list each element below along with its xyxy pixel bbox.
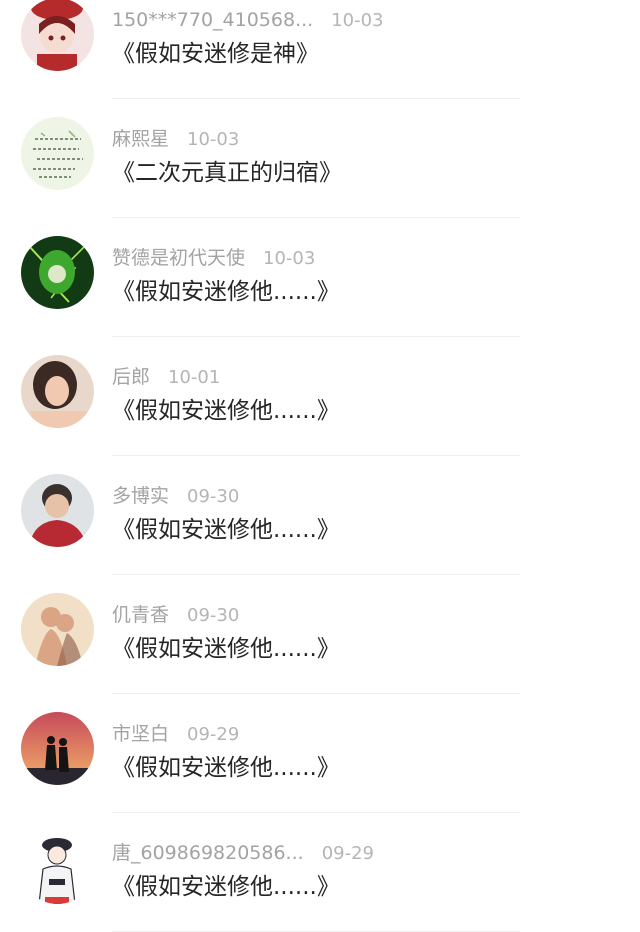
green-lightning-character-avatar[interactable] xyxy=(21,236,94,309)
comment-row[interactable]: 麻熙星 10-03 《二次元真正的归宿》 xyxy=(0,99,640,218)
comment-row[interactable]: 多博实 09-30 《假如安迷修他......》 xyxy=(0,456,640,575)
comment-row[interactable]: 市坚白 09-29 《假如安迷修他......》 xyxy=(0,694,640,813)
comment-row[interactable]: 赞德是初代天使 10-03 《假如安迷修他......》 xyxy=(0,218,640,337)
comment-text[interactable]: 《假如安迷修是神》 xyxy=(112,37,319,71)
comment-text[interactable]: 《假如安迷修他......》 xyxy=(112,394,340,428)
comment-meta: 麻熙星 10-03 xyxy=(112,124,239,154)
comment-date: 10-03 xyxy=(331,10,384,31)
comment-meta: 仉青香 09-30 xyxy=(112,600,239,630)
comment-meta: 多博实 09-30 xyxy=(112,481,239,511)
comment-row[interactable]: 后郎 10-01 《假如安迷修他......》 xyxy=(0,337,640,456)
comment-text[interactable]: 《假如安迷修他......》 xyxy=(112,751,340,785)
comment-row[interactable]: 仉青香 09-30 《假如安迷修他......》 xyxy=(0,575,640,694)
username[interactable]: 多博实 xyxy=(112,485,169,507)
comment-date: 09-30 xyxy=(187,605,240,626)
comment-meta: 唐_609869820586... 09-29 xyxy=(112,838,374,868)
username[interactable]: 仉青香 xyxy=(112,604,169,626)
comment-row[interactable]: 150***770_410568... 10-03 《假如安迷修是神》 xyxy=(0,0,640,99)
sunset-couple-silhouette-avatar[interactable] xyxy=(21,712,94,785)
comment-date: 10-03 xyxy=(263,248,316,269)
comment-text[interactable]: 《假如安迷修他......》 xyxy=(112,275,340,309)
girl-portrait-avatar[interactable] xyxy=(21,355,94,428)
username[interactable]: 麻熙星 xyxy=(112,128,169,150)
comment-date: 09-29 xyxy=(321,843,374,864)
anime-girl-red-hat-avatar[interactable] xyxy=(21,0,94,71)
username[interactable]: 150***770_410568... xyxy=(112,9,313,31)
comment-meta: 市坚白 09-29 xyxy=(112,719,239,749)
username[interactable]: 市坚白 xyxy=(112,723,169,745)
cap-girl-sketch-avatar[interactable] xyxy=(21,831,94,904)
comment-text[interactable]: 《二次元真正的归宿》 xyxy=(112,156,342,190)
handwritten-note-avatar[interactable] xyxy=(21,117,94,190)
comment-list: 150***770_410568... 10-03 《假如安迷修是神》 麻熙星 10… xyxy=(0,0,640,932)
comment-date: 10-03 xyxy=(187,129,240,150)
username[interactable]: 赞德是初代天使 xyxy=(112,247,245,269)
comment-text[interactable]: 《假如安迷修他......》 xyxy=(112,632,340,666)
comment-date: 09-29 xyxy=(187,724,240,745)
person-red-sweater-avatar[interactable] xyxy=(21,474,94,547)
comment-meta: 赞德是初代天使 10-03 xyxy=(112,243,315,273)
username[interactable]: 后郎 xyxy=(112,366,150,388)
comment-text[interactable]: 《假如安迷修他......》 xyxy=(112,870,340,904)
comment-meta: 150***770_410568... 10-03 xyxy=(112,5,384,35)
comment-date: 09-30 xyxy=(187,486,240,507)
comment-meta: 后郎 10-01 xyxy=(112,362,220,392)
comment-text[interactable]: 《假如安迷修他......》 xyxy=(112,513,340,547)
comment-row[interactable]: 唐_609869820586... 09-29 《假如安迷修他......》 xyxy=(0,813,640,932)
couple-illustration-avatar[interactable] xyxy=(21,593,94,666)
comment-date: 10-01 xyxy=(168,367,221,388)
username[interactable]: 唐_609869820586... xyxy=(112,842,304,864)
